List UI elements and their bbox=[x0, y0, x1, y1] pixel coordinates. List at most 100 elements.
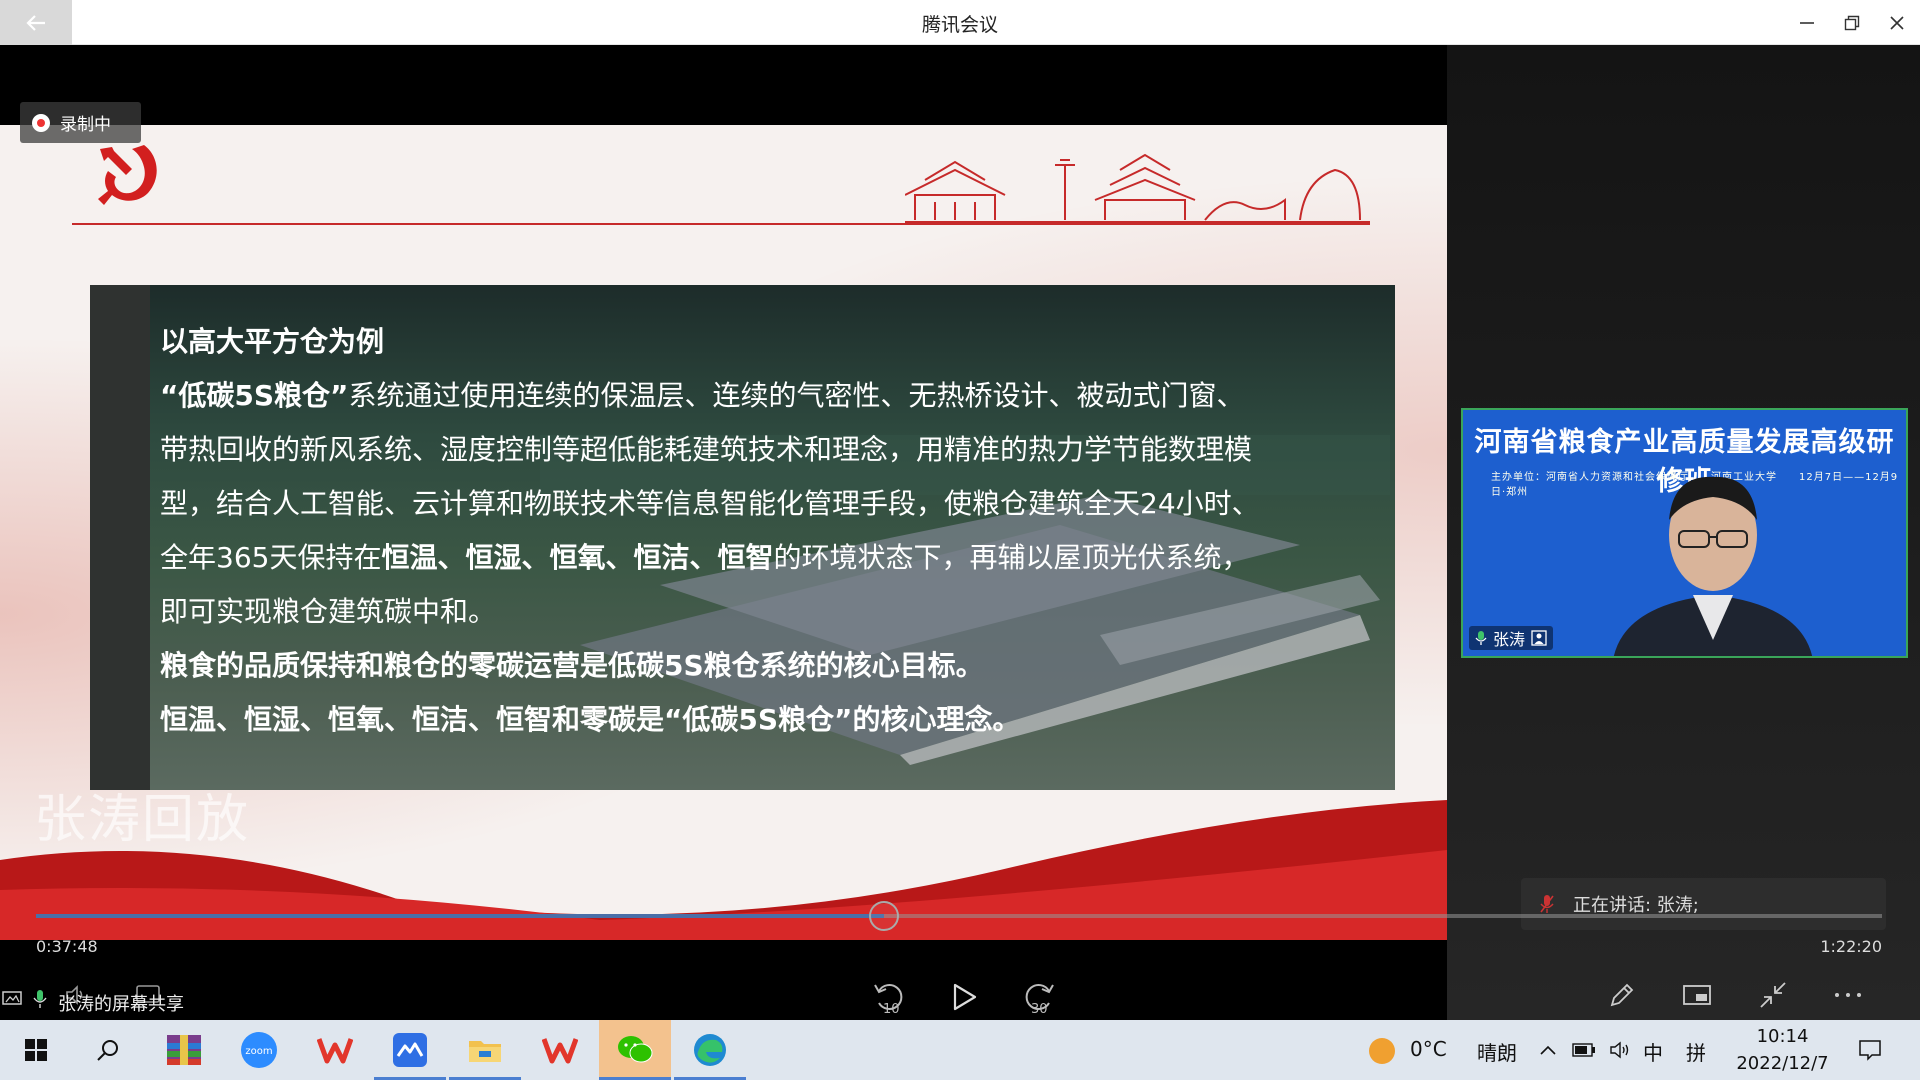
party-emblem-icon bbox=[98, 145, 157, 205]
slide-text-line: “低碳5S粮仓”系统通过使用连续的保温层、连续的气密性、无热桥设计、被动式门窗、 bbox=[160, 369, 1360, 423]
slide-body-text: 以高大平方仓为例 “低碳5S粮仓”系统通过使用连续的保温层、连续的气密性、无热桥… bbox=[160, 315, 1360, 747]
pencil-icon bbox=[1610, 983, 1634, 1007]
picture-in-picture-icon bbox=[1683, 985, 1711, 1005]
folder-icon bbox=[469, 1041, 501, 1062]
winrar-icon bbox=[167, 1035, 201, 1065]
slide-text-line: 粮食的品质保持和粮仓的零碳运营是低碳5S粮仓系统的核心目标。 bbox=[160, 639, 1360, 693]
annotate-button[interactable] bbox=[1602, 975, 1642, 1015]
slide-text-segment: 恒温、恒湿、恒氧、恒洁、恒智和零碳是“低碳5S粮仓”的核心理念。 bbox=[160, 703, 1021, 736]
forward-30-button[interactable]: 30 bbox=[1016, 975, 1062, 1019]
participant-name: 张涛 bbox=[1493, 630, 1526, 649]
close-button[interactable] bbox=[1882, 8, 1912, 38]
edge-browser-icon bbox=[694, 1034, 726, 1066]
taskbar-app-edge[interactable] bbox=[674, 1020, 746, 1080]
wps-icon bbox=[317, 1038, 353, 1064]
share-microphone-icon bbox=[24, 979, 56, 1019]
total-time: 1:22:20 bbox=[1820, 937, 1882, 956]
forward-seconds-label: 30 bbox=[1031, 1002, 1048, 1015]
playback-progress-bar[interactable] bbox=[36, 901, 1882, 931]
taskbar-app-wechat[interactable] bbox=[599, 1020, 671, 1080]
restore-icon bbox=[1844, 15, 1860, 31]
taskbar-clock[interactable]: 10:14 2022/12/7 bbox=[1700, 1023, 1865, 1077]
slide-text-line: 带热回收的新风系统、湿度控制等超低能耗建筑技术和理念，用精准的热力学节能数理模 bbox=[160, 423, 1360, 477]
windows-logo-icon bbox=[25, 1039, 47, 1061]
current-time: 0:37:48 bbox=[36, 937, 98, 956]
slide-text-line: 以高大平方仓为例 bbox=[160, 315, 1360, 369]
clock-date: 2022/12/7 bbox=[1736, 1053, 1829, 1074]
speaker-portrait bbox=[1613, 476, 1813, 656]
collapse-icon bbox=[1760, 982, 1786, 1008]
playback-control-bar: 10 30 bbox=[0, 975, 1920, 1020]
volume-tray-button[interactable] bbox=[1602, 1020, 1638, 1080]
minimize-button[interactable] bbox=[1792, 8, 1822, 38]
replay-watermark: 张涛回放 bbox=[34, 790, 251, 850]
slide-text-segment: 全年365天保持在 bbox=[160, 541, 382, 574]
tencent-meeting-icon bbox=[393, 1033, 427, 1067]
slide-text-segment: 以高大平方仓为例 bbox=[160, 325, 385, 358]
taskbar-app-zoom[interactable]: zoom bbox=[223, 1020, 295, 1080]
wps-icon-2 bbox=[542, 1038, 578, 1064]
slide-text-segment: 的环境状态下，再辅以屋顶光伏系统， bbox=[773, 541, 1250, 574]
chevron-up-icon bbox=[1540, 1045, 1556, 1055]
more-icon bbox=[1835, 993, 1861, 997]
restore-button[interactable] bbox=[1837, 8, 1867, 38]
taskbar-app-wps[interactable] bbox=[299, 1020, 371, 1080]
show-hidden-icons-button[interactable] bbox=[1530, 1020, 1566, 1080]
battery-button[interactable] bbox=[1566, 1020, 1602, 1080]
landmarks-illustration bbox=[905, 153, 1370, 223]
play-button[interactable] bbox=[941, 975, 987, 1019]
shared-screen-area: 以高大平方仓为例 “低碳5S粮仓”系统通过使用连续的保温层、连续的气密性、无热桥… bbox=[0, 45, 1447, 1020]
windows-taskbar: zoom 0°C 晴朗 中 拼 bbox=[0, 1020, 1920, 1080]
recording-indicator[interactable]: 录制中 bbox=[20, 102, 141, 143]
slide-text-line: 全年365天保持在恒温、恒湿、恒氧、恒洁、恒智的环境状态下，再辅以屋顶光伏系统， bbox=[160, 531, 1360, 585]
slide-text-segment: “低碳5S粮仓” bbox=[160, 379, 349, 412]
battery-icon bbox=[1572, 1043, 1595, 1057]
taskbar-app-file-explorer[interactable] bbox=[449, 1020, 521, 1080]
rewind-10-button[interactable]: 10 bbox=[866, 975, 912, 1019]
slide-text-line: 型，结合人工智能、云计算和物联技术等信息智能化管理手段，使粮仓建筑全天24小时、 bbox=[160, 477, 1360, 531]
zoom-app-icon: zoom bbox=[241, 1032, 277, 1068]
zoom-label: zoom bbox=[245, 1046, 272, 1057]
muted-microphone-icon bbox=[1540, 895, 1554, 913]
ime-language-indicator[interactable]: 中 bbox=[1643, 1037, 1663, 1066]
minimize-icon bbox=[1800, 22, 1814, 24]
speaker-icon bbox=[1610, 1041, 1629, 1059]
close-icon bbox=[1890, 16, 1904, 30]
playback-scrubber-handle[interactable] bbox=[869, 901, 899, 931]
microphone-icon bbox=[1475, 631, 1487, 645]
slide-text-segment: 恒温、恒湿、恒氧、恒洁、恒智 bbox=[381, 541, 774, 574]
tencent-meeting-window: 腾讯会议 以高大平方仓为例 “低碳5S粮仓”系统通过使用连续的保温层、连续的气密… bbox=[0, 0, 1920, 1080]
participant-name-tag: 张涛 bbox=[1469, 626, 1554, 650]
slide-text-line: 恒温、恒湿、恒氧、恒洁、恒智和零碳是“低碳5S粮仓”的核心理念。 bbox=[160, 693, 1360, 747]
search-button[interactable] bbox=[72, 1020, 144, 1080]
screen-share-label: 张涛的屏幕共享 bbox=[58, 994, 184, 1015]
wechat-icon bbox=[618, 1036, 653, 1063]
header-divider bbox=[72, 223, 1370, 225]
speaking-indicator: 正在讲话: 张涛; bbox=[1521, 878, 1886, 930]
content-left-bar bbox=[90, 285, 150, 790]
slide-text-segment: 即可实现粮仓建筑碳中和。 bbox=[160, 595, 497, 628]
weather-description[interactable]: 晴朗 bbox=[1477, 1037, 1517, 1066]
slide-text-segment: 粮食的品质保持和粮仓的零碳运营是低碳5S粮仓系统的核心目标。 bbox=[160, 649, 984, 682]
taskbar-app-winrar[interactable] bbox=[148, 1020, 220, 1080]
slide-text-segment: 系统通过使用连续的保温层、连续的气密性、无热桥设计、被动式门窗、 bbox=[348, 379, 1245, 412]
playback-progress-fill bbox=[36, 914, 884, 918]
slide-text-segment: 带热回收的新风系统、湿度控制等超低能耗建筑技术和理念，用精准的热力学节能数理模 bbox=[160, 433, 1253, 466]
taskbar-app-tencent-meeting[interactable] bbox=[374, 1020, 446, 1080]
rewind-seconds-label: 10 bbox=[883, 1002, 900, 1015]
host-icon bbox=[1531, 630, 1547, 646]
exit-fullscreen-button[interactable] bbox=[1753, 975, 1793, 1015]
screen-share-indicator-icon bbox=[0, 980, 24, 1020]
picture-in-picture-button[interactable] bbox=[1677, 975, 1717, 1015]
clock-time: 10:14 bbox=[1756, 1026, 1809, 1047]
recording-label: 录制中 bbox=[60, 115, 111, 135]
title-bar: 腾讯会议 bbox=[0, 0, 1920, 45]
weather-temperature[interactable]: 0°C bbox=[1410, 1037, 1447, 1061]
participant-video-tile[interactable]: 河南省粮食产业高质量发展高级研修班 主办单位：河南省人力资源和社会保障厅 河南工… bbox=[1461, 408, 1908, 658]
more-options-button[interactable] bbox=[1828, 975, 1868, 1015]
start-button[interactable] bbox=[0, 1020, 72, 1080]
taskbar-app-wps-2[interactable] bbox=[524, 1020, 596, 1080]
window-title: 腾讯会议 bbox=[921, 14, 998, 36]
search-icon bbox=[97, 1040, 118, 1061]
slide-text-segment: 型，结合人工智能、云计算和物联技术等信息智能化管理手段，使粮仓建筑全天24小时、 bbox=[160, 487, 1260, 520]
